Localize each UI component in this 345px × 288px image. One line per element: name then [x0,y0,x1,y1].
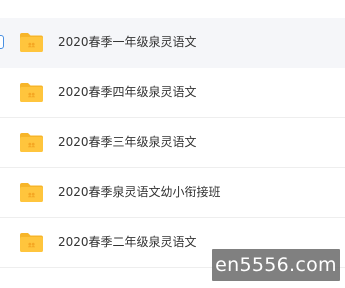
row-checkbox[interactable] [0,35,4,49]
file-name[interactable]: 2020春季一年级泉灵语文 [58,33,197,51]
folder-icon [19,132,44,153]
watermark: en5556.com [212,249,340,281]
folder-icon [19,182,44,203]
file-list: 2020春季一年级泉灵语文 2020春季四年级泉灵语文 2020春季三年级泉灵语… [0,0,345,288]
file-row[interactable]: 2020春季三年级泉灵语文 [0,118,345,168]
folder-icon [19,82,44,103]
file-row[interactable]: 2020春季泉灵语文幼小衔接班 [0,168,345,218]
folder-icon [19,232,44,253]
file-row[interactable]: 2020春季一年级泉灵语文 [0,18,345,68]
file-name[interactable]: 2020春季二年级泉灵语文 [58,233,197,251]
folder-icon [19,32,44,53]
file-name[interactable]: 2020春季四年级泉灵语文 [58,83,197,101]
file-name[interactable]: 2020春季三年级泉灵语文 [58,133,197,151]
file-name[interactable]: 2020春季泉灵语文幼小衔接班 [58,183,221,201]
file-row[interactable]: 2020春季四年级泉灵语文 [0,68,345,118]
